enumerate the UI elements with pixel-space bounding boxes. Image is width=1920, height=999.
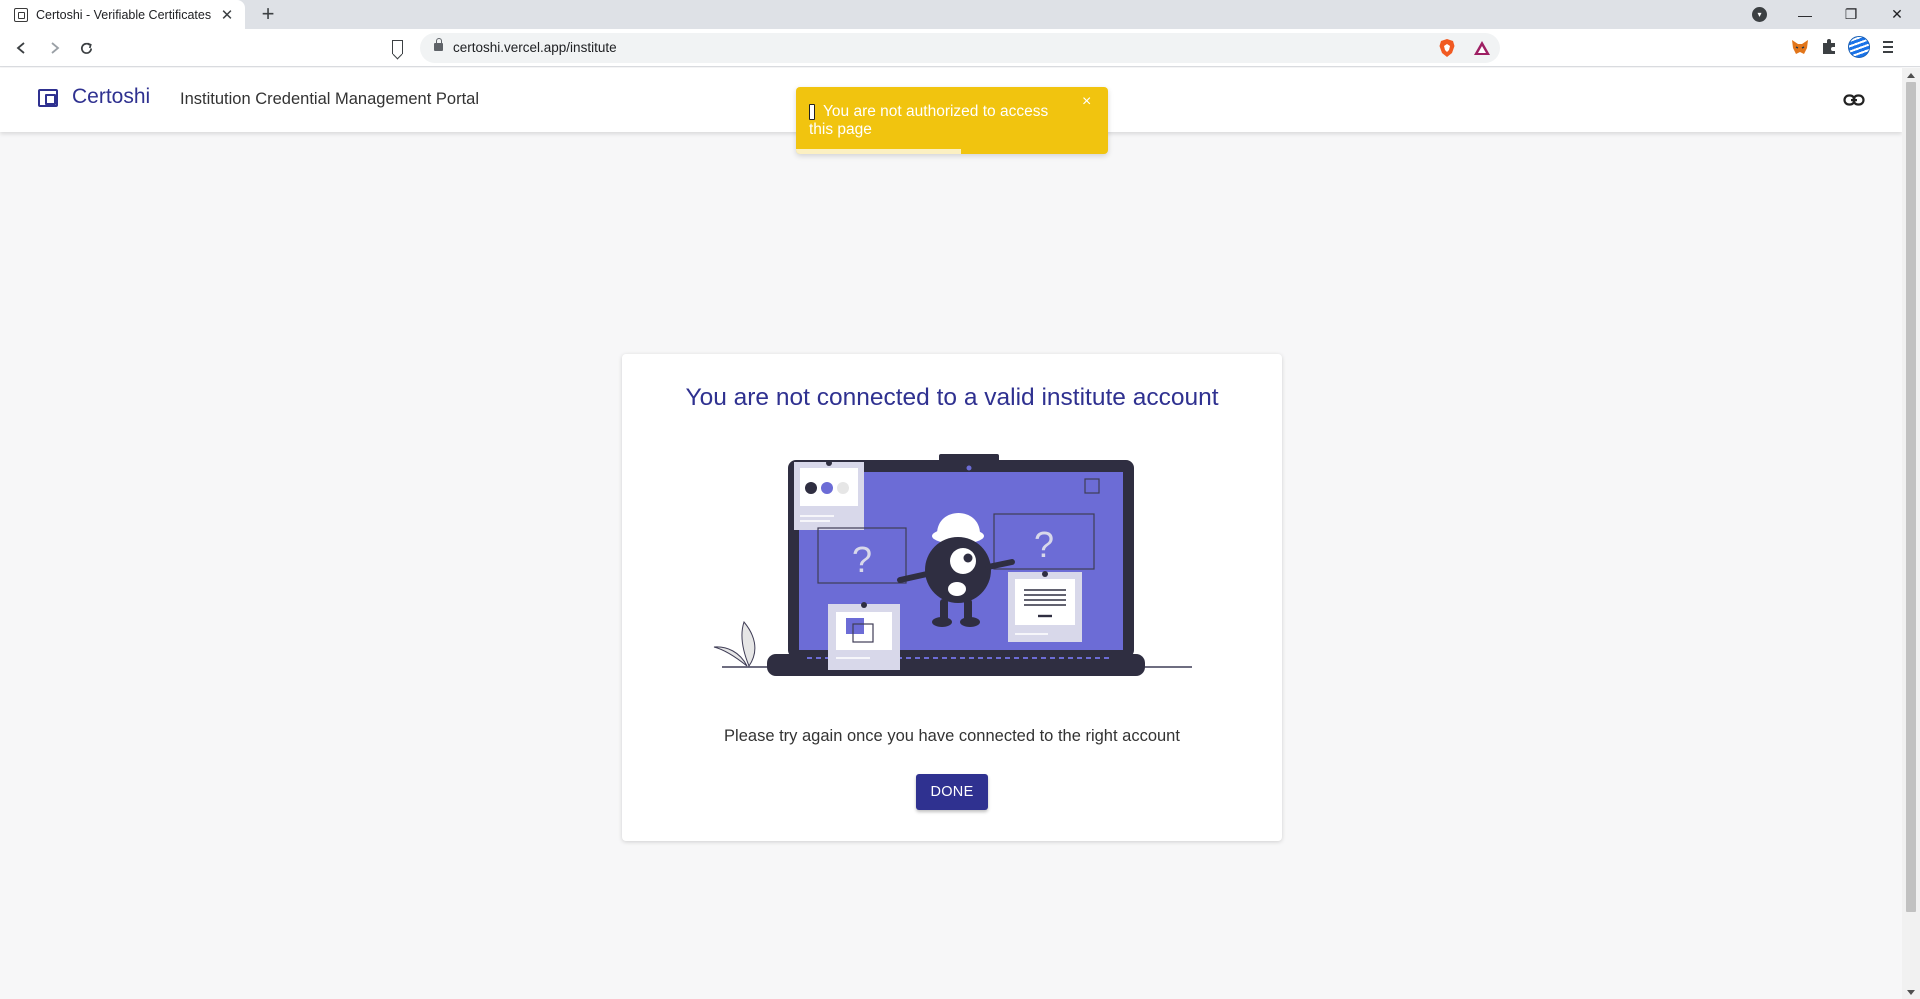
scroll-up-icon[interactable] [1907,73,1915,78]
extensions-area [1790,36,1896,58]
card-message: Please try again once you have connected… [724,727,1180,745]
url-text[interactable]: certoshi.vercel.app/institute [453,40,617,55]
reload-icon[interactable] [76,38,96,58]
toast-message: You are not authorized to access this pa… [809,103,1049,138]
tab-title: Certoshi - Verifiable Certificates [36,7,212,22]
new-tab-button[interactable]: + [256,3,280,27]
close-window-icon[interactable]: ✕ [1874,0,1920,29]
error-card: You are not connected to a valid institu… [622,354,1282,841]
browser-tab-bar: Certoshi - Verifiable Certificates ✕ + ▾… [0,0,1920,29]
portal-title: Institution Credential Management Portal [180,90,479,108]
browser-tab[interactable]: Certoshi - Verifiable Certificates ✕ [0,0,245,29]
window-controls: — ❐ ✕ [1782,0,1920,29]
restore-icon[interactable]: ❐ [1828,0,1874,29]
tab-search-icon[interactable]: ▾ [1752,7,1767,22]
bookmark-icon[interactable] [392,40,403,54]
page-scrollbar[interactable] [1902,68,1920,999]
scroll-thumb[interactable] [1906,82,1916,912]
back-icon[interactable] [12,38,32,58]
certificate-icon [14,7,28,22]
confused-robot-laptop-illustration: ? ? [713,454,1192,676]
brand-name[interactable]: Certoshi [72,85,150,109]
toast-close-icon[interactable]: × [1082,93,1091,111]
metamask-fox-icon[interactable] [1790,37,1810,57]
card-title: You are not connected to a valid institu… [685,384,1219,411]
link-icon[interactable] [1843,90,1865,110]
brave-shield-icon[interactable] [1438,38,1456,58]
extensions-puzzle-icon[interactable] [1820,38,1838,56]
warning-toast[interactable]: You are not authorized to access this pa… [796,87,1108,154]
address-bar[interactable]: certoshi.vercel.app/institute [420,33,1500,63]
forward-icon[interactable] [44,38,64,58]
question-mark: ? [1034,524,1054,565]
rewards-icon[interactable] [1473,39,1491,57]
lock-icon [434,38,443,51]
tab-close-icon[interactable]: ✕ [219,6,235,24]
question-mark: ? [852,539,872,580]
minimize-icon[interactable]: — [1782,0,1828,29]
profile-globe-icon[interactable] [1848,36,1870,58]
certificate-icon[interactable] [38,89,58,107]
done-button[interactable]: DONE [916,774,988,810]
scroll-down-icon[interactable] [1907,990,1915,995]
menu-icon[interactable] [1880,39,1896,55]
toast-progress-bar [796,149,962,154]
